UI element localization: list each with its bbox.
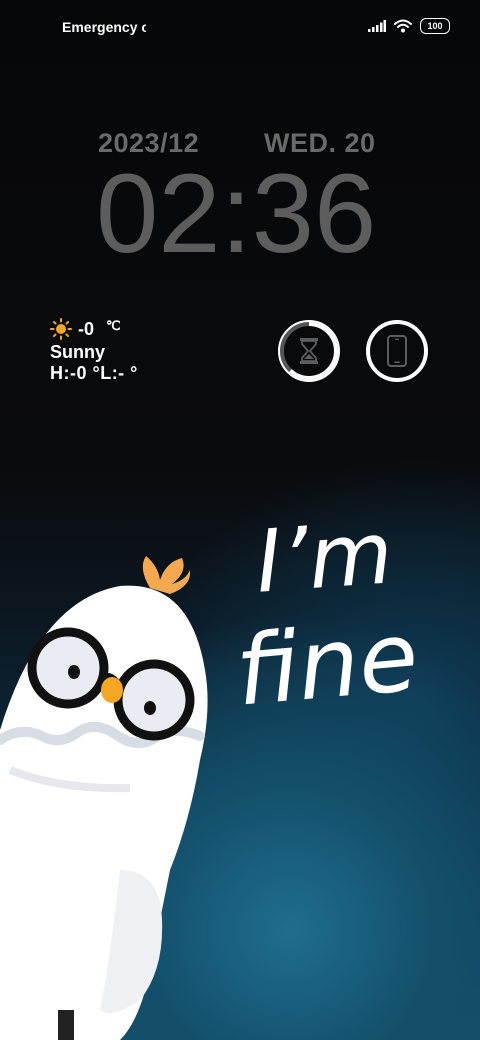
signal-icon	[368, 20, 386, 32]
tagline-line-1: I’m	[252, 503, 396, 613]
weather-widget[interactable]: -0 ℃ Sunny H:-0 °L:- °	[50, 318, 138, 384]
carrier-text: Emergency calls only	[62, 19, 146, 35]
timer-widget[interactable]	[278, 320, 340, 382]
tagline-line-2: fine	[231, 600, 423, 728]
weather-unit: ℃	[106, 318, 121, 333]
weather-condition: Sunny	[50, 342, 106, 362]
wifi-icon	[394, 19, 412, 33]
bird-illustration	[0, 556, 208, 1040]
weather-high-low: H:-0 °L:- °	[50, 363, 138, 383]
hourglass-icon	[300, 338, 318, 364]
phone-icon	[387, 335, 407, 367]
battery-icon: 100	[420, 18, 450, 34]
status-bar: Emergency calls only 100	[0, 0, 480, 56]
weather-temp: -0	[78, 318, 95, 339]
sun-icon	[50, 318, 72, 340]
phone-widget[interactable]	[366, 320, 428, 382]
status-icons: 100	[368, 18, 450, 34]
clock-time: 02:36	[96, 151, 377, 276]
